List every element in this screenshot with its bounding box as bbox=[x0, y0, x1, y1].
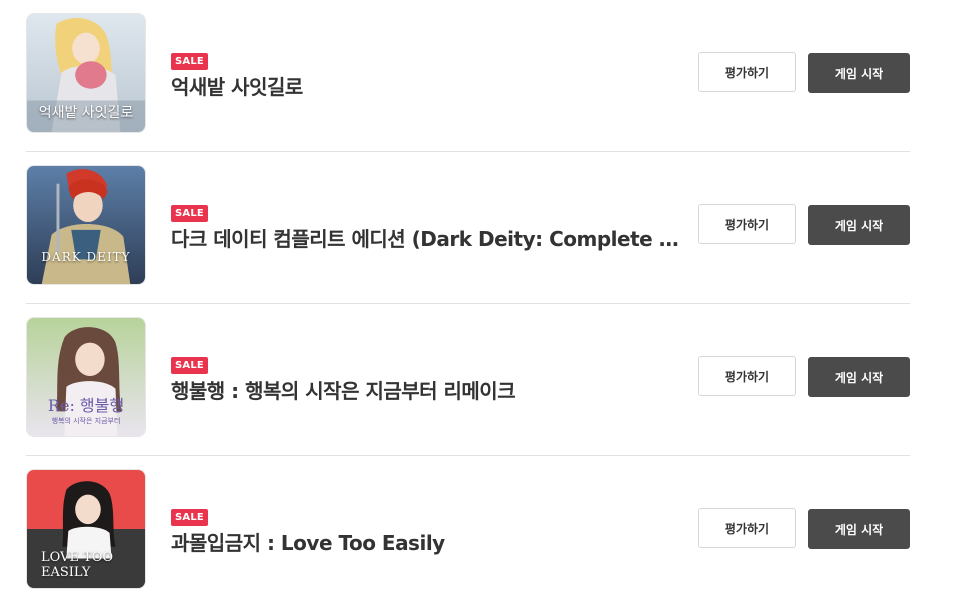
rate-button[interactable]: 평가하기 bbox=[698, 204, 796, 244]
sale-badge: SALE bbox=[171, 509, 208, 526]
game-row: LOVE TOO EASILY SALE 과몰입금지 : Love Too Ea… bbox=[26, 456, 910, 608]
thumbnail-subtitle-art: 행복의 시작은 지금부터 bbox=[51, 417, 121, 425]
thumbnail-title-art: LOVE TOO EASILY bbox=[41, 550, 114, 580]
sale-badge: SALE bbox=[171, 205, 208, 222]
play-button[interactable]: 게임 시작 bbox=[808, 53, 910, 93]
game-thumbnail[interactable]: DARK DEITY bbox=[26, 165, 146, 285]
game-thumbnail[interactable]: 억새밭 사잇길로 bbox=[26, 13, 146, 133]
game-list: 억새밭 사잇길로 SALE 억새밭 사잇길로 평가하기 게임 시작 DARK D… bbox=[26, 0, 910, 608]
game-info: SALE 행불행 : 행복의 시작은 지금부터 리메이크 bbox=[171, 353, 691, 404]
sale-badge: SALE bbox=[171, 53, 208, 70]
thumbnail-art bbox=[27, 166, 145, 284]
game-thumbnail[interactable]: Re: 행불행 행복의 시작은 지금부터 bbox=[26, 317, 146, 437]
game-title[interactable]: 과몰입금지 : Love Too Easily bbox=[171, 530, 686, 556]
rate-button[interactable]: 평가하기 bbox=[698, 52, 796, 92]
game-row: Re: 행불행 행복의 시작은 지금부터 SALE 행불행 : 행복의 시작은 … bbox=[26, 304, 910, 456]
play-button[interactable]: 게임 시작 bbox=[808, 357, 910, 397]
game-title[interactable]: 행불행 : 행복의 시작은 지금부터 리메이크 bbox=[171, 378, 686, 404]
thumbnail-title-art: 억새밭 사잇길로 bbox=[38, 105, 134, 121]
play-button[interactable]: 게임 시작 bbox=[808, 205, 910, 245]
game-row: DARK DEITY SALE 다크 데이티 컴플리트 에디션 (Dark De… bbox=[26, 152, 910, 304]
game-title[interactable]: 다크 데이티 컴플리트 에디션 (Dark Deity: Complete Ed… bbox=[171, 226, 686, 252]
rate-button[interactable]: 평가하기 bbox=[698, 508, 796, 548]
game-info: SALE 다크 데이티 컴플리트 에디션 (Dark Deity: Comple… bbox=[171, 201, 691, 252]
thumbnail-title-art: Re: 행불행 bbox=[47, 396, 125, 415]
rate-button[interactable]: 평가하기 bbox=[698, 356, 796, 396]
sale-badge: SALE bbox=[171, 357, 208, 374]
play-button[interactable]: 게임 시작 bbox=[808, 509, 910, 549]
game-info: SALE 과몰입금지 : Love Too Easily bbox=[171, 505, 691, 556]
game-title[interactable]: 억새밭 사잇길로 bbox=[171, 74, 686, 100]
thumbnail-title-art: DARK DEITY bbox=[41, 250, 131, 264]
game-thumbnail[interactable]: LOVE TOO EASILY bbox=[26, 469, 146, 589]
game-info: SALE 억새밭 사잇길로 bbox=[171, 49, 691, 100]
game-row: 억새밭 사잇길로 SALE 억새밭 사잇길로 평가하기 게임 시작 bbox=[26, 0, 910, 152]
